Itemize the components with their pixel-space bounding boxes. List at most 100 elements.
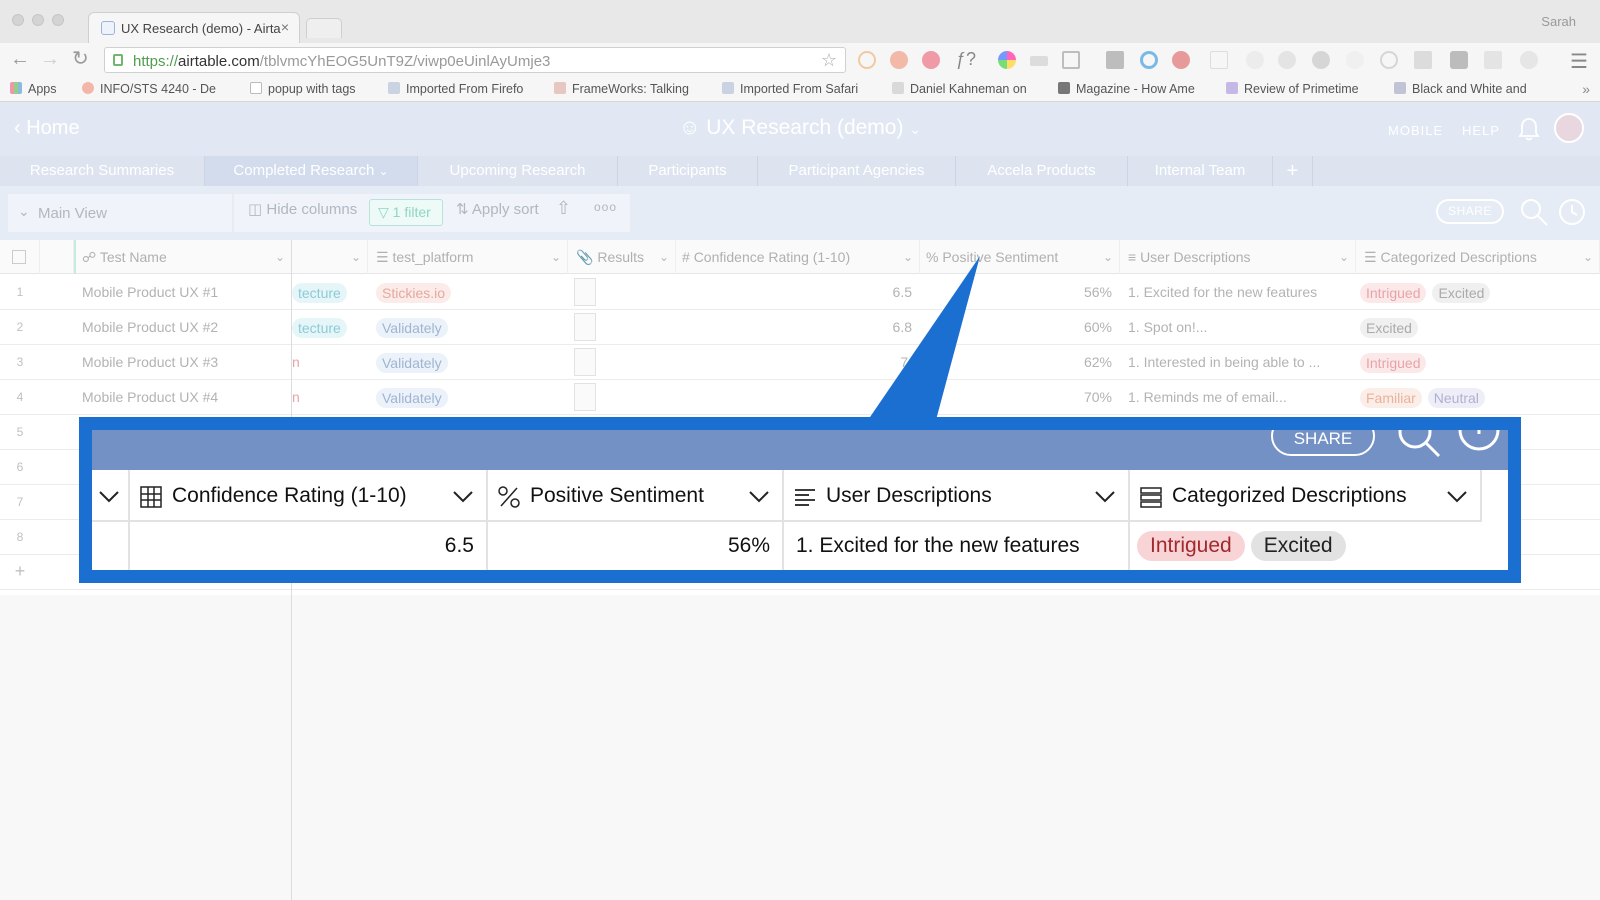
- column-results[interactable]: 📎 Results ⌄: [568, 240, 676, 274]
- pinterest-icon[interactable]: [922, 51, 940, 69]
- categories-cell[interactable]: Intrigued Excited: [1360, 275, 1600, 310]
- description-cell[interactable]: 1. Spot on!...: [1128, 310, 1352, 345]
- bookmark-item[interactable]: popup with tags: [250, 82, 374, 96]
- extension-gray-icon[interactable]: [1520, 51, 1538, 69]
- description-cell[interactable]: 1. Reminds me of email...: [1128, 380, 1352, 415]
- tab-accela-products[interactable]: Accela Products: [956, 156, 1128, 186]
- categories-cell[interactable]: Excited: [1360, 310, 1600, 345]
- color-picker-icon[interactable]: [998, 51, 1016, 69]
- extension-ring-icon[interactable]: [1380, 51, 1398, 69]
- tab-close-icon[interactable]: ×: [281, 19, 289, 35]
- description-cell[interactable]: 1. Interested in being able to ...: [1128, 345, 1352, 380]
- chrome-profile-name[interactable]: Sarah: [1541, 14, 1576, 29]
- chevron-down-icon[interactable]: ⌄: [551, 240, 561, 274]
- chevron-down-icon[interactable]: ⌄: [275, 240, 285, 274]
- chevron-down-icon[interactable]: ⌄: [1583, 240, 1593, 274]
- view-switcher[interactable]: ⌄ Main View: [8, 194, 232, 232]
- table-row[interactable]: 4 Mobile Product UX #4 n Validately 70% …: [0, 380, 1600, 415]
- cast-icon[interactable]: [1062, 51, 1080, 69]
- base-title[interactable]: ☺ UX Research (demo) ⌄: [0, 116, 1600, 140]
- tab-internal-team[interactable]: Internal Team: [1128, 156, 1273, 186]
- forward-arrow-icon[interactable]: →: [40, 49, 60, 69]
- platform-cell[interactable]: Stickies.io: [376, 275, 566, 310]
- categories-cell[interactable]: Intrigued: [1360, 345, 1600, 380]
- help-link[interactable]: HELP: [1462, 123, 1500, 138]
- platform-cell[interactable]: Validately: [376, 310, 566, 345]
- zoom-window-button[interactable]: [52, 14, 64, 26]
- mobile-link[interactable]: MOBILE: [1388, 123, 1443, 138]
- bookmark-item[interactable]: Review of Primetime: [1226, 82, 1378, 96]
- tab-upcoming-research[interactable]: Upcoming Research: [418, 156, 618, 186]
- results-cell[interactable]: [574, 380, 674, 415]
- bookmark-folder[interactable]: Imported From Safari: [722, 82, 878, 96]
- chevron-down-icon[interactable]: ⌄: [659, 240, 669, 274]
- tab-research-summaries[interactable]: Research Summaries: [0, 156, 205, 186]
- test-name-cell[interactable]: Mobile Product UX #2: [82, 310, 287, 345]
- extension-circle-icon[interactable]: [1140, 51, 1158, 69]
- chevron-down-icon[interactable]: ⌄: [351, 240, 361, 274]
- add-row-plus-icon[interactable]: +: [0, 561, 40, 582]
- confidence-cell[interactable]: 6.8: [676, 310, 912, 345]
- tab-participant-agencies[interactable]: Participant Agencies: [758, 156, 956, 186]
- extension-opera-icon[interactable]: [890, 51, 908, 69]
- film-icon[interactable]: [1106, 51, 1124, 69]
- test-name-cell[interactable]: Mobile Product UX #3: [82, 345, 287, 380]
- results-cell[interactable]: [574, 345, 674, 380]
- results-cell[interactable]: [574, 310, 674, 345]
- extension-chat-icon[interactable]: [1484, 51, 1502, 69]
- back-arrow-icon[interactable]: ←: [10, 49, 30, 69]
- bookmark-star-icon[interactable]: ☆: [821, 50, 837, 71]
- chevron-down-icon[interactable]: ⌄: [1339, 240, 1349, 274]
- tab-participants[interactable]: Participants: [618, 156, 758, 186]
- extension-cube-icon[interactable]: [1414, 51, 1432, 69]
- minimize-window-button[interactable]: [32, 14, 44, 26]
- extension-w-icon[interactable]: [1346, 51, 1364, 69]
- architecture-cell[interactable]: n: [292, 345, 366, 380]
- tab-completed-research[interactable]: Completed Research ⌄: [205, 156, 418, 186]
- history-icon[interactable]: [1556, 196, 1588, 228]
- bookmark-item[interactable]: Daniel Kahneman on: [892, 82, 1040, 96]
- platform-cell[interactable]: Validately: [376, 380, 566, 415]
- extension-b-icon[interactable]: [858, 51, 876, 69]
- adblock-icon[interactable]: [1172, 51, 1190, 69]
- bookmark-item[interactable]: INFO/STS 4240 - De: [82, 82, 228, 96]
- architecture-cell[interactable]: tecture: [292, 310, 366, 345]
- font-finder-icon[interactable]: ƒ?: [956, 49, 976, 69]
- share-view-icon[interactable]: ⇧: [556, 198, 571, 219]
- column-test-name[interactable]: ☍ Test Name ⌄: [74, 240, 292, 274]
- sentiment-cell[interactable]: 60%: [920, 310, 1112, 345]
- more-bookmarks-icon[interactable]: »: [1582, 81, 1590, 97]
- column-user-descriptions[interactable]: ≡ User Descriptions ⌄: [1120, 240, 1356, 274]
- bookmark-item[interactable]: Black and White and: [1394, 82, 1546, 96]
- notifications-bell-icon[interactable]: [1518, 117, 1540, 141]
- table-row[interactable]: 3 Mobile Product UX #3 n Validately 7. 6…: [0, 345, 1600, 380]
- extension-square-icon[interactable]: [1450, 51, 1468, 69]
- extension-z-icon[interactable]: [1312, 51, 1330, 69]
- results-cell[interactable]: [574, 275, 674, 310]
- attachment-thumbnail[interactable]: [574, 383, 596, 411]
- bookmark-apps[interactable]: Apps: [10, 82, 72, 96]
- filter-button[interactable]: ▽ 1 filter: [369, 199, 443, 226]
- hide-columns-button[interactable]: ◫ Hide columns: [248, 200, 357, 218]
- sentiment-cell[interactable]: 56%: [920, 275, 1112, 310]
- close-window-button[interactable]: [12, 14, 24, 26]
- attachment-thumbnail[interactable]: [574, 313, 596, 341]
- add-table-button[interactable]: +: [1273, 156, 1313, 186]
- extension-c-icon[interactable]: [1246, 51, 1264, 69]
- platform-cell[interactable]: Validately: [376, 345, 566, 380]
- reload-icon[interactable]: ↻: [72, 49, 89, 69]
- column-categorized-descriptions[interactable]: ☰ Categorized Descriptions ⌄: [1356, 240, 1600, 274]
- new-tab-button[interactable]: [306, 18, 342, 38]
- dropbox-icon[interactable]: [1278, 51, 1296, 69]
- sentiment-cell[interactable]: 70%: [920, 380, 1112, 415]
- column-test-platform[interactable]: ☰ test_platform ⌄: [368, 240, 568, 274]
- architecture-cell[interactable]: tecture: [292, 275, 366, 310]
- document-icon[interactable]: [1210, 51, 1228, 69]
- test-name-cell[interactable]: Mobile Product UX #1: [82, 275, 287, 310]
- browser-tab[interactable]: UX Research (demo) - Airta ×: [88, 12, 300, 43]
- more-options-icon[interactable]: ooo: [594, 200, 617, 214]
- bookmark-item[interactable]: Magazine - How Ame: [1058, 82, 1208, 96]
- user-avatar[interactable]: [1554, 113, 1584, 143]
- address-bar[interactable]: https://airtable.com/tblvmcYhEOG5UnT9Z/v…: [104, 47, 846, 73]
- share-button[interactable]: SHARE: [1436, 199, 1504, 224]
